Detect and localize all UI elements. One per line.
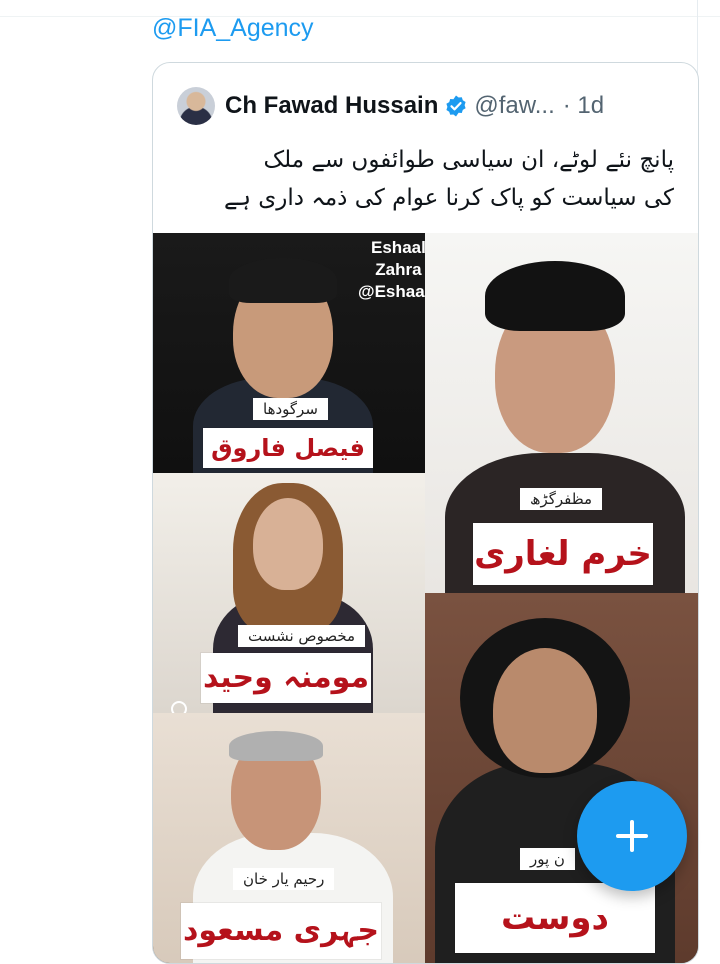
- author-avatar[interactable]: [177, 87, 215, 125]
- watermark-name: Eshaal Zahra: [371, 238, 425, 279]
- person-face: [253, 498, 323, 590]
- tweet-text: پانچ نئے لوٹے، ان سیاسی طوائفوں سے ملک ک…: [174, 141, 674, 217]
- person-hair: [229, 258, 337, 303]
- tweet-text-line-2: کی سیاست کو پاک کرنا عوام کی ذمہ داری ہے: [224, 185, 674, 211]
- verified-badge-icon: [446, 95, 466, 117]
- top-divider: [0, 0, 720, 17]
- name-label: دوست مزاری: [455, 883, 655, 953]
- watermark-handle: @Eshaal0: [358, 282, 425, 301]
- mention-link[interactable]: @FIA_Agency: [152, 14, 314, 43]
- photo-panel-5: رحیم یار خان جہری مسعود: [153, 713, 425, 963]
- compose-tweet-button[interactable]: [577, 781, 687, 891]
- plus-icon: [616, 820, 648, 852]
- city-label: مخصوص نشست: [238, 625, 366, 647]
- city-label: مظفرگڑھ: [520, 488, 603, 510]
- tweet-time[interactable]: · 1d: [563, 92, 604, 120]
- photo-panel-3: مخصوص نشست مومنہ وحید: [153, 473, 425, 713]
- person-hair: [229, 731, 323, 761]
- name-label: خرم لغاری: [473, 523, 653, 585]
- photo-panel-4: ن پور دوست مزاری: [425, 593, 698, 963]
- name-label: مومنہ وحید: [201, 653, 371, 703]
- photo-panel-2: مظفرگڑھ خرم لغاری: [425, 233, 698, 593]
- author-name[interactable]: Ch Fawad Hussain: [225, 92, 438, 120]
- camera-icon: [171, 701, 187, 713]
- person-face: [493, 648, 597, 773]
- name-label: جہری مسعود: [181, 903, 381, 959]
- tweet-text-line-1: پانچ نئے لوٹے، ان سیاسی طوائفوں سے ملک: [263, 147, 674, 173]
- name-label: فیصل فاروق چیمہ: [203, 428, 373, 468]
- person-hair: [485, 261, 625, 331]
- city-label: ن پور: [520, 848, 575, 870]
- quoted-tweet-header: Ch Fawad Hussain @faw... · 1d: [177, 87, 604, 125]
- photo-panel-1: Eshaal Zahra @Eshaal0 سرگودھا فیصل فاروق…: [153, 233, 425, 473]
- author-handle: @faw...: [474, 92, 555, 119]
- city-label: رحیم یار خان: [233, 868, 335, 890]
- image-watermark: Eshaal Zahra @Eshaal0: [358, 237, 425, 303]
- city-label: سرگودھا: [253, 398, 328, 420]
